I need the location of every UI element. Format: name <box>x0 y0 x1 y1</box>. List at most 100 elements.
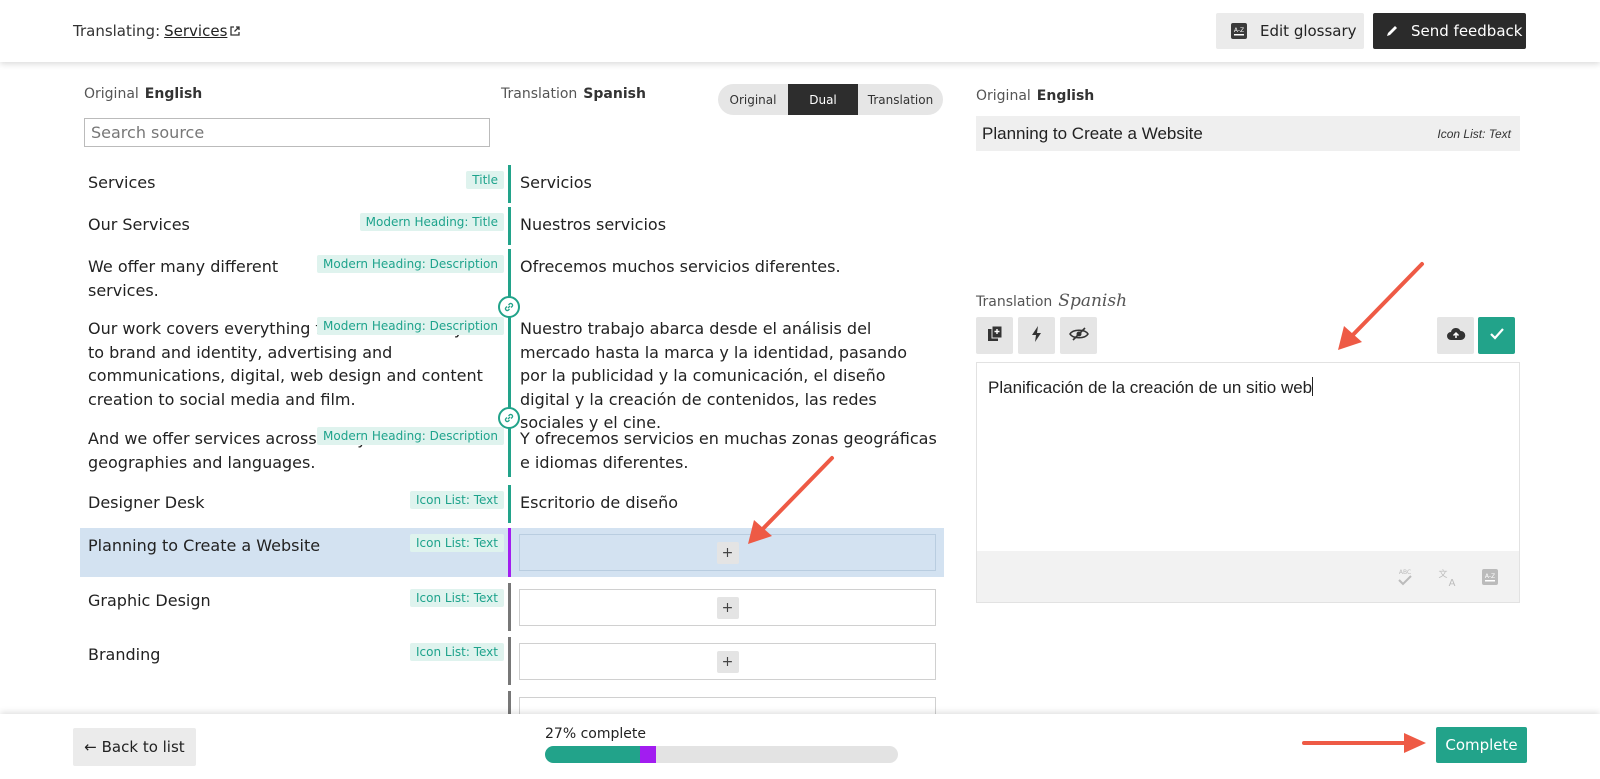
copy-source-button[interactable] <box>976 317 1013 354</box>
source-label: Original <box>84 86 139 102</box>
text-caret <box>1312 377 1314 396</box>
link-segments-icon[interactable] <box>498 407 520 429</box>
translating-label: Translating: <box>73 22 161 40</box>
segment-row-selected[interactable]: Planning to Create a Website Icon List: … <box>80 528 944 577</box>
svg-text:A-Z: A-Z <box>1485 573 1495 580</box>
segment-row[interactable]: Services Title Servicios <box>80 165 944 203</box>
editor-footer: ABC 文A A-Z <box>977 551 1519 602</box>
segment-status-bar <box>508 485 511 523</box>
segment-translation[interactable]: Nuestro trabajo abarca desde el análisis… <box>520 317 938 435</box>
segment-tag: Icon List: Text <box>409 491 504 509</box>
toggle-translation[interactable]: Translation <box>858 84 943 115</box>
svg-text:A: A <box>1449 578 1456 588</box>
translate-icon[interactable]: 文A <box>1436 565 1460 589</box>
add-translation-button[interactable]: + <box>716 541 739 564</box>
segment-row[interactable]: Graphic Design Icon List: Text + <box>80 583 944 631</box>
segment-translation[interactable]: Y ofrecemos servicios en muchas zonas ge… <box>520 427 938 474</box>
send-feedback-label: Send feedback <box>1411 22 1523 40</box>
link-segments-icon[interactable] <box>498 296 520 318</box>
segment-translation[interactable]: Servicios <box>520 171 592 195</box>
segment-row[interactable]: Branding Icon List: Text + <box>80 637 944 685</box>
view-toggle: Original Dual Translation <box>718 84 943 115</box>
glossary-footer-icon[interactable]: A-Z <box>1478 565 1502 589</box>
segment-source: Designer Desk <box>88 493 205 512</box>
segment-source: Services <box>88 173 156 192</box>
bottom-bar: ← Back to list 27% complete Complete <box>0 714 1600 779</box>
send-feedback-button[interactable]: Send feedback <box>1373 13 1526 49</box>
segment-source: Our Services <box>88 215 190 234</box>
editor-translation-label: Translation <box>976 294 1053 310</box>
progress-label: 27% complete <box>545 726 646 742</box>
edit-glossary-label: Edit glossary <box>1260 22 1357 40</box>
add-translation-box[interactable] <box>519 697 936 715</box>
target-language: Spanish <box>583 86 646 102</box>
page-link[interactable]: Services <box>164 22 227 40</box>
eye-slash-icon <box>1068 326 1089 346</box>
editor-original-language: English <box>1036 88 1095 104</box>
external-link-icon[interactable] <box>230 26 241 36</box>
segment-row[interactable]: Our work covers everything from market a… <box>80 315 944 432</box>
target-column-header: Translation Spanish <box>501 86 646 102</box>
segment-row[interactable]: Our Services Modern Heading: Title Nuest… <box>80 207 944 245</box>
edit-glossary-button[interactable]: A-Z Edit glossary <box>1216 13 1364 49</box>
pencil-icon <box>1385 24 1399 38</box>
segment-status-bar <box>508 637 511 685</box>
add-translation-box[interactable]: + <box>519 643 936 680</box>
confirm-translation-button[interactable] <box>1478 317 1515 354</box>
search-source-input[interactable] <box>84 118 490 147</box>
editor-original-label: Original <box>976 88 1031 104</box>
glossary-icon: A-Z <box>1230 22 1248 40</box>
machine-translate-button[interactable] <box>1018 317 1055 354</box>
add-translation-button[interactable]: + <box>716 596 739 619</box>
translation-text[interactable]: Planificación de la creación de un sitio… <box>988 378 1312 397</box>
complete-button[interactable]: Complete <box>1436 727 1527 763</box>
segment-status-bar <box>508 583 511 631</box>
progress-fill <box>545 746 641 763</box>
lightning-icon <box>1030 325 1044 347</box>
segment-status-bar <box>508 691 511 715</box>
editor-translation-header: Translation Spanish <box>976 291 1127 311</box>
segment-status-bar <box>508 315 511 411</box>
progress-bar <box>545 746 898 763</box>
segment-translation[interactable]: Escritorio de diseño <box>520 491 678 515</box>
segment-tag: Icon List: Text <box>409 534 504 552</box>
back-to-list-button[interactable]: ← Back to list <box>73 728 196 766</box>
translation-text-wrap[interactable]: Planificación de la creación de un sitio… <box>988 377 1314 398</box>
add-translation-button[interactable]: + <box>716 650 739 673</box>
segment-tag: Modern Heading: Description <box>317 427 504 445</box>
segment-source: Planning to Create a Website <box>88 536 321 555</box>
segment-translation[interactable]: Ofrecemos muchos servicios diferentes. <box>520 255 841 279</box>
checkmark-icon <box>1489 326 1505 345</box>
save-draft-button[interactable] <box>1437 317 1474 354</box>
segment-status-bar <box>508 165 511 203</box>
source-column-header: Original English <box>84 86 202 102</box>
segment-tag: Modern Heading: Title <box>359 213 504 231</box>
toggle-original[interactable]: Original <box>718 84 788 115</box>
segment-row[interactable]: Designer Desk Icon List: Text Escritorio… <box>80 485 944 523</box>
original-text-box: Planning to Create a Website Icon List: … <box>976 116 1520 151</box>
segment-tag: Modern Heading: Description <box>317 317 504 335</box>
spellcheck-icon[interactable]: ABC <box>1393 565 1417 589</box>
cloud-upload-icon <box>1446 326 1466 346</box>
segment-row[interactable]: And we offer services across many differ… <box>80 411 944 477</box>
svg-text:ABC: ABC <box>1399 569 1411 576</box>
segment-source: Branding <box>88 645 161 664</box>
segment-source: Graphic Design <box>88 591 211 610</box>
segment-tag: Icon List: Text <box>409 643 504 661</box>
segment-row[interactable] <box>80 691 944 715</box>
add-translation-box[interactable]: + <box>519 589 936 626</box>
progress-current-marker <box>640 746 657 763</box>
copy-icon <box>986 325 1004 347</box>
segment-tag: Title <box>466 171 504 189</box>
add-translation-box[interactable]: + <box>519 534 936 571</box>
original-text: Planning to Create a Website <box>982 123 1203 143</box>
translation-editor[interactable]: Planificación de la creación de un sitio… <box>976 362 1520 603</box>
editor-translation-language: Spanish <box>1058 291 1128 311</box>
top-bar: Translating: Services A-Z Edit glossary S… <box>0 0 1600 62</box>
source-language: English <box>144 86 203 102</box>
segment-source: We offer many different services. <box>88 257 279 300</box>
segment-translation[interactable]: Nuestros servicios <box>520 213 666 237</box>
hide-preview-button[interactable] <box>1060 317 1097 354</box>
segment-tag: Icon List: Text <box>409 589 504 607</box>
toggle-dual[interactable]: Dual <box>788 84 858 115</box>
